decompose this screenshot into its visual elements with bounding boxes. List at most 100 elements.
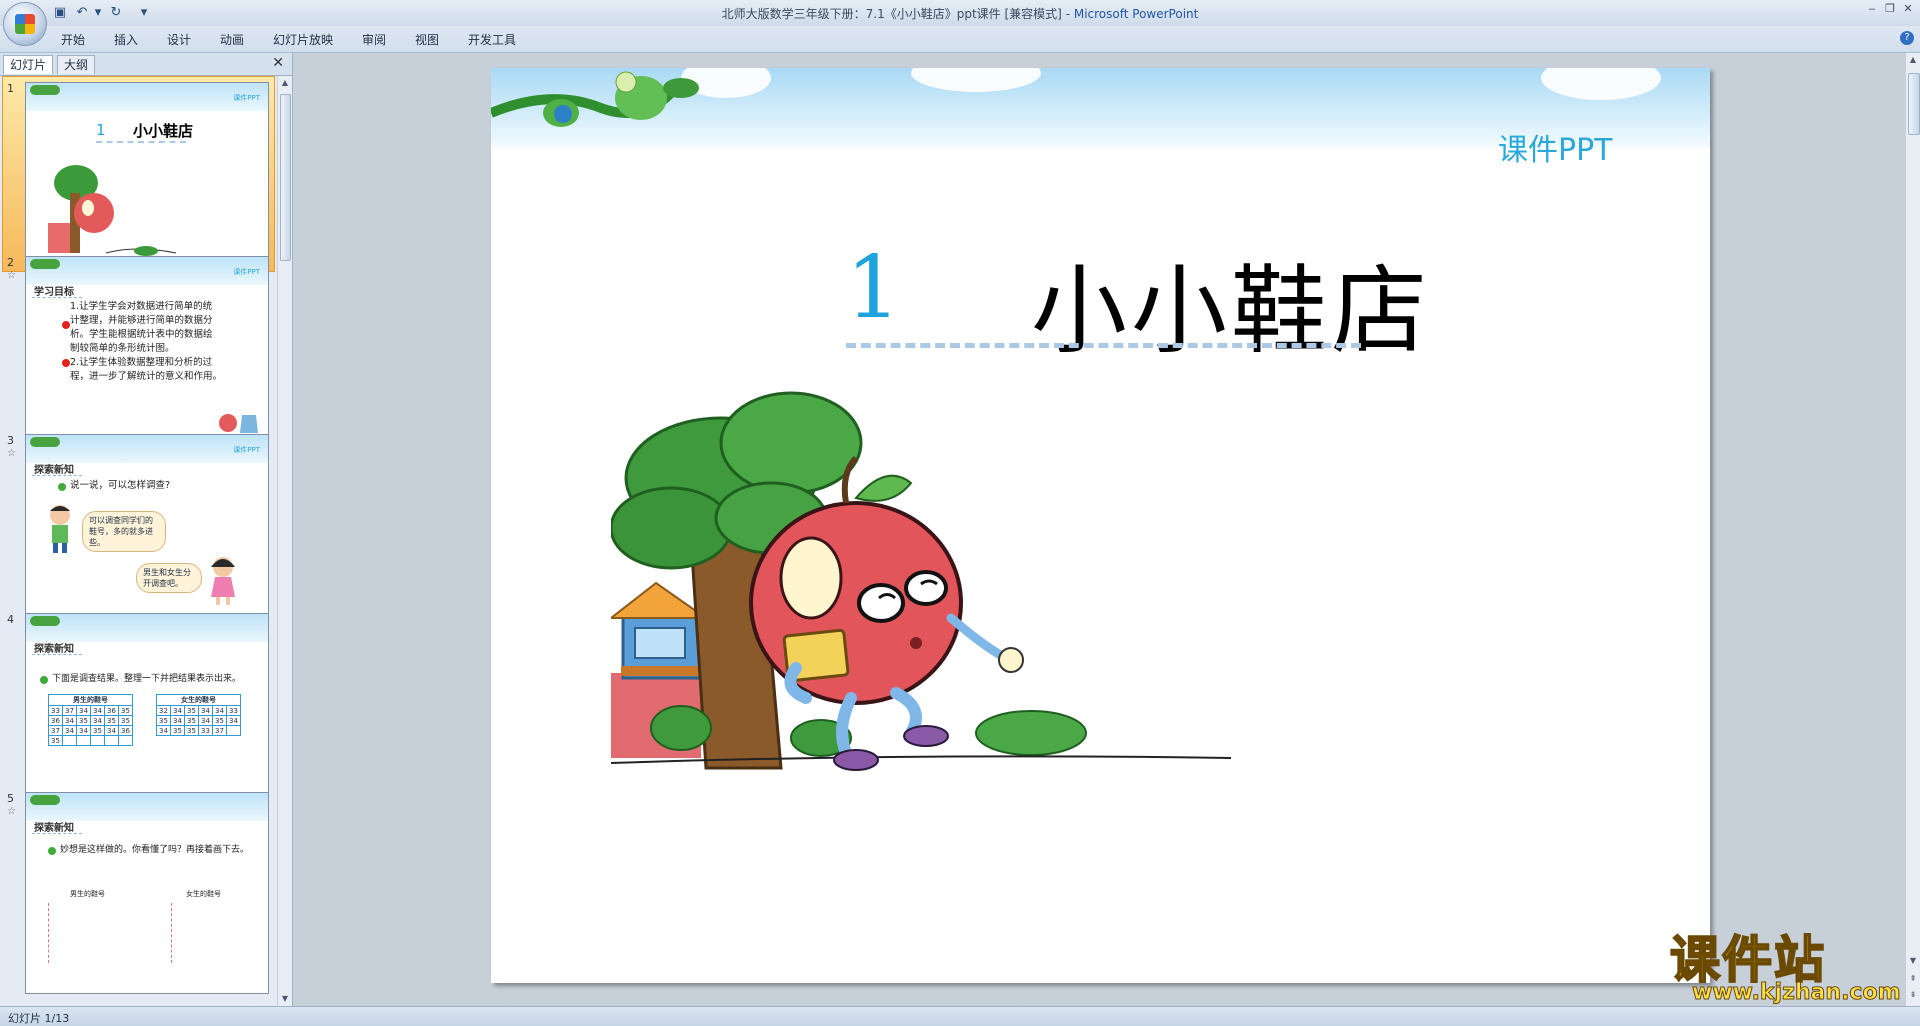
- table-cell: 34: [76, 725, 91, 736]
- table-cell: 33: [48, 705, 63, 716]
- tab-home[interactable]: 开始: [61, 31, 85, 48]
- text-line: 1.让学生学会对数据进行简单的统: [70, 301, 213, 312]
- table-cell: 37: [212, 725, 227, 736]
- thumb-heading: 学习目标: [34, 287, 74, 298]
- table-cell: 34: [104, 725, 119, 736]
- table-cell: 33: [226, 705, 241, 716]
- thumb-brand: 课件PPT: [233, 94, 260, 102]
- table-cell: 34: [212, 705, 227, 716]
- slide-scrollbar[interactable]: ▲ ▼ ⇞ ⇟: [1905, 53, 1920, 1006]
- tab-animations[interactable]: 动画: [220, 31, 244, 48]
- table-cell: 34: [170, 705, 185, 716]
- table-cell: 35: [90, 725, 105, 736]
- lesson-number[interactable]: 1: [846, 238, 901, 338]
- panel-tabs: 幻灯片 大纲 ✕: [0, 53, 292, 76]
- table-cell: 35: [184, 715, 199, 726]
- thumb-header-band: [26, 614, 268, 642]
- scrollbar-thumb[interactable]: [1908, 73, 1920, 135]
- thumb-number: 2: [7, 256, 14, 269]
- table-cell: 35: [156, 715, 171, 726]
- chart-label: 男生的鞋号: [70, 890, 105, 898]
- slide-thumbnail-3[interactable]: 课件PPT 探索新知 说一说，可以怎样调查? 可以调查同学们的鞋号，多的就多进些…: [25, 434, 269, 618]
- tab-slide-show[interactable]: 幻灯片放映: [273, 31, 333, 48]
- tab-view[interactable]: 视图: [415, 31, 439, 48]
- girls-shoe-size-table: 女生的鞋号 32 34 35 34 34 33 35 34 35 34 35 34 34 35 35 33…: [156, 694, 241, 736]
- office-button[interactable]: [4, 3, 46, 45]
- speech-bubble: 男生和女生分开调查吧。: [136, 563, 202, 593]
- speech-bubble: 可以调查同学们的鞋号，多的就多进些。: [82, 511, 166, 552]
- table-cell: 35: [76, 715, 91, 726]
- thumb-prompt: 下面是调查结果。整理一下并把结果表示出来。: [52, 674, 242, 684]
- slide-title[interactable]: 小小鞋店: [1031, 233, 1431, 372]
- table-cell: [118, 735, 133, 746]
- boys-shoe-size-table: 男生的鞋号 33 37 34 34 36 35 36 34 35 34 35 35 37 34 34 35…: [48, 694, 133, 746]
- table-cell: [104, 735, 119, 746]
- thumb-title-number: 1: [96, 121, 106, 139]
- text-line: 计整理，并能够进行简单的数据分: [70, 315, 213, 326]
- table-cell: 35: [170, 725, 185, 736]
- tab-design[interactable]: 设计: [167, 31, 191, 48]
- table-cell: 34: [90, 715, 105, 726]
- app-name: Microsoft PowerPoint: [1073, 7, 1199, 21]
- minimize-icon[interactable]: ‒: [1864, 2, 1880, 16]
- table-cell: 35: [184, 705, 199, 716]
- text-line: 析。学生能根据统计表中的数据绘: [70, 329, 213, 340]
- thumb-brand: 课件PPT: [233, 268, 260, 276]
- table-cell: 34: [62, 725, 77, 736]
- slide-thumbnail-4[interactable]: 探索新知 下面是调查结果。整理一下并把结果表示出来。 男生的鞋号 33 37 34 3…: [25, 613, 269, 797]
- boy-character-icon: [50, 505, 70, 553]
- tab-review[interactable]: 审阅: [362, 31, 386, 48]
- scroll-up-icon[interactable]: ▲: [1907, 53, 1919, 67]
- table-cell: [62, 735, 77, 746]
- thumb-prompt: 妙想是这样做的。你看懂了吗？再接着画下去。: [60, 845, 250, 855]
- apple-character-illustration: [611, 391, 1232, 771]
- help-icon[interactable]: ?: [1900, 31, 1914, 45]
- apple-bag-icon: [219, 414, 258, 433]
- bullet-icon: [40, 676, 48, 684]
- table-title: 女生的鞋号: [156, 694, 241, 706]
- scroll-down-icon[interactable]: ▼: [279, 992, 291, 1006]
- table-cell: 36: [118, 725, 133, 736]
- thumb-heading: 探索新知: [34, 644, 74, 655]
- chart-axis: [171, 903, 176, 963]
- thumb-header-band: [26, 257, 268, 285]
- slide-thumbnail-1[interactable]: 课件PPT 1 小小鞋店: [25, 82, 269, 266]
- window-title: 北师大版数学三年级下册：7.1《小小鞋店》ppt课件 [兼容模式] - Micr…: [721, 7, 1199, 21]
- slide-thumbnail-2[interactable]: 课件PPT 学习目标 1.让学生学会对数据进行简单的统 计整理，并能够进行简单的…: [25, 256, 269, 440]
- tab-slides[interactable]: 幻灯片: [3, 55, 54, 74]
- vine-icon: [30, 259, 60, 269]
- table-cell: [226, 725, 241, 736]
- table-cell: 36: [48, 715, 63, 726]
- table-cell: [76, 735, 91, 746]
- current-slide[interactable]: 课件PPT 1 小小鞋店: [491, 68, 1710, 983]
- thumb-body: 1.让学生学会对数据进行简单的统 计整理，并能够进行简单的数据分 析。学生能根据…: [70, 300, 266, 384]
- tab-developer[interactable]: 开发工具: [468, 31, 516, 48]
- table-cell: 33: [198, 725, 213, 736]
- table-cell: 34: [198, 705, 213, 716]
- vine-icon: [30, 616, 60, 626]
- thumbnail-scrollbar[interactable]: ▲ ▼: [277, 76, 292, 1006]
- table-cell: 32: [156, 705, 171, 716]
- table-cell: 35: [212, 715, 227, 726]
- chart-axis: [48, 903, 53, 963]
- thumb-number: 5: [7, 792, 14, 805]
- thumb-title: 小小鞋店: [133, 122, 194, 140]
- close-panel-icon[interactable]: ✕: [272, 55, 284, 71]
- table-cell: 34: [198, 715, 213, 726]
- scroll-up-icon[interactable]: ▲: [279, 76, 291, 90]
- vine-icon: [30, 437, 60, 447]
- slide-thumbnail-5[interactable]: 探索新知 妙想是这样做的。你看懂了吗？再接着画下去。 男生的鞋号 女生的鞋号: [25, 792, 269, 994]
- apple-character-icon: [48, 165, 177, 256]
- close-window-icon[interactable]: ✕: [1900, 2, 1916, 16]
- scrollbar-thumb[interactable]: [280, 94, 291, 261]
- vine-snail-icon: [491, 71, 699, 127]
- thumb-header-band: [26, 83, 268, 111]
- bullet-icon: [48, 847, 56, 855]
- tab-outline[interactable]: 大纲: [57, 55, 96, 74]
- title-bar: ▣ ↶ ▾ ↻ ▾ 北师大版数学三年级下册：7.1《小小鞋店》ppt课件 [兼容…: [0, 0, 1920, 45]
- text-line: 程，进一步了解统计的意义和作用。: [70, 371, 223, 382]
- vine-icon: [30, 85, 60, 95]
- restore-icon[interactable]: ❐: [1882, 2, 1898, 16]
- bullet-icon: [58, 483, 66, 491]
- tab-insert[interactable]: 插入: [114, 31, 138, 48]
